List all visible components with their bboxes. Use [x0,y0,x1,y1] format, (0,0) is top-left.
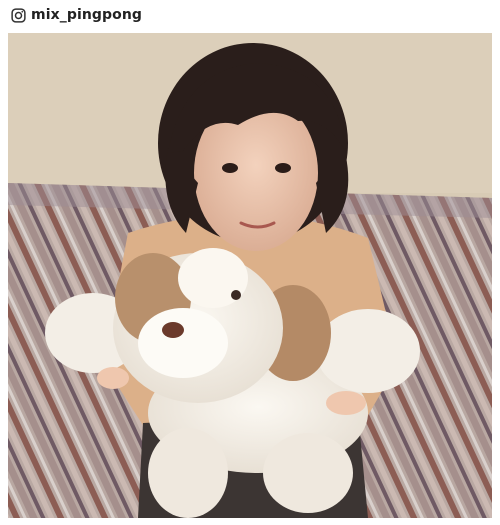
account-handle[interactable]: mix_pingpong [31,7,142,23]
post-photo [8,33,492,518]
photo-illustration [8,33,492,518]
instagram-icon[interactable] [11,7,26,23]
post-header: mix_pingpong [11,4,142,26]
